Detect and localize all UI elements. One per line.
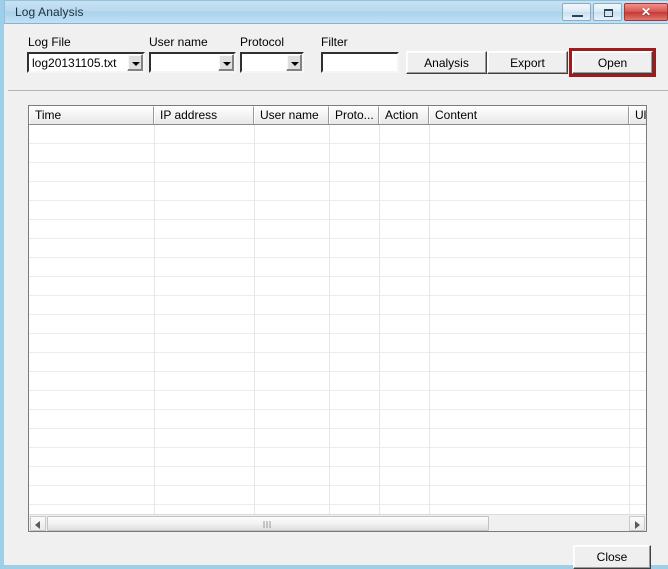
table-row[interactable] [29, 486, 646, 505]
scrollbar-thumb[interactable] [47, 516, 489, 531]
user-name-label: User name [149, 35, 208, 49]
table-row[interactable] [29, 144, 646, 163]
close-icon: ✕ [640, 5, 652, 19]
export-button[interactable]: Export [487, 51, 568, 74]
window-title: Log Analysis [15, 5, 84, 19]
scroll-right-arrow-icon[interactable] [629, 516, 645, 531]
minimize-button[interactable] [562, 3, 591, 21]
analysis-button[interactable]: Analysis [406, 51, 487, 74]
table-row[interactable] [29, 258, 646, 277]
table-row[interactable] [29, 410, 646, 429]
client-area: Log File User name Protocol Filter log20… [8, 24, 668, 569]
column-header-url[interactable]: Ul [629, 106, 646, 124]
chevron-down-icon[interactable] [127, 54, 143, 71]
table-row[interactable] [29, 182, 646, 201]
table-row[interactable] [29, 391, 646, 410]
close-window-button[interactable]: ✕ [624, 3, 668, 21]
filter-input[interactable] [321, 52, 399, 73]
protocol-combobox[interactable] [240, 52, 304, 73]
table-row[interactable] [29, 448, 646, 467]
table-row[interactable] [29, 334, 646, 353]
column-header-action[interactable]: Action [379, 106, 429, 124]
maximize-icon [604, 9, 613, 17]
close-button[interactable]: Close [573, 545, 651, 569]
table-row[interactable] [29, 163, 646, 182]
scrollbar-grip-icon [263, 521, 273, 528]
table-row[interactable] [29, 201, 646, 220]
maximize-button[interactable] [593, 3, 622, 21]
column-header-protocol[interactable]: Proto... [329, 106, 379, 124]
user-name-combobox[interactable] [149, 52, 236, 73]
column-header-time[interactable]: Time [29, 106, 154, 124]
column-header-user-name[interactable]: User name [254, 106, 329, 124]
filter-label: Filter [321, 35, 348, 49]
table-row[interactable] [29, 353, 646, 372]
table-row[interactable] [29, 372, 646, 391]
chevron-down-icon[interactable] [286, 54, 302, 71]
open-button[interactable]: Open [572, 51, 653, 74]
table-body[interactable] [29, 125, 646, 514]
column-header-ip-address[interactable]: IP address [154, 106, 254, 124]
chevron-down-icon[interactable] [218, 54, 234, 71]
table-row[interactable] [29, 239, 646, 258]
application-window: Log Analysis ✕ Log File User name Protoc… [0, 0, 668, 569]
table-row[interactable] [29, 125, 646, 144]
caption-button-group: ✕ [562, 3, 668, 21]
table-row[interactable] [29, 429, 646, 448]
table-row[interactable] [29, 315, 646, 334]
minimize-icon [572, 15, 583, 17]
toolbar-separator [8, 90, 668, 91]
horizontal-scrollbar[interactable] [29, 514, 646, 531]
protocol-label: Protocol [240, 35, 285, 49]
column-header-content[interactable]: Content [429, 106, 629, 124]
scroll-left-arrow-icon[interactable] [30, 516, 46, 531]
log-file-value: log20131105.txt [32, 55, 117, 70]
log-file-label: Log File [28, 35, 71, 49]
table-row[interactable] [29, 467, 646, 486]
table-header-row: Time IP address User name Proto... Actio… [29, 106, 646, 125]
table-row[interactable] [29, 220, 646, 239]
table-row[interactable] [29, 277, 646, 296]
title-bar[interactable]: Log Analysis ✕ [4, 0, 668, 24]
log-table[interactable]: Time IP address User name Proto... Actio… [28, 105, 647, 532]
log-file-combobox[interactable]: log20131105.txt [27, 52, 145, 73]
table-row[interactable] [29, 296, 646, 315]
